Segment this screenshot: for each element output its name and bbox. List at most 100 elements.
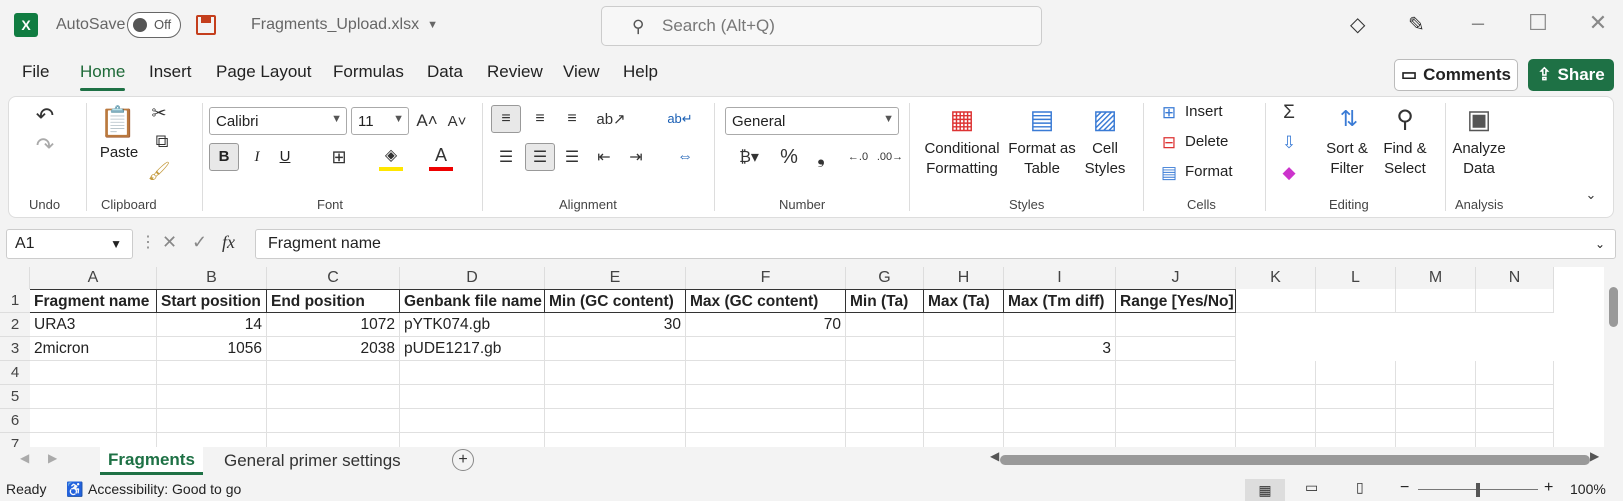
cut-icon[interactable]: ✂ <box>147 101 171 125</box>
format-cells-icon[interactable]: ▤ <box>1157 161 1181 185</box>
file-name[interactable]: Fragments_Upload.xlsx ▼ <box>251 16 438 34</box>
empty-cell[interactable] <box>1316 409 1396 433</box>
empty-cell[interactable] <box>545 409 686 433</box>
data-cell[interactable] <box>846 337 924 361</box>
empty-cell[interactable] <box>1116 385 1236 409</box>
orientation-icon[interactable]: ab↗ <box>591 105 631 133</box>
insert-function-icon[interactable]: fx <box>222 232 235 253</box>
paste-label[interactable]: Paste <box>97 143 141 163</box>
find-label-1[interactable]: Find & <box>1377 139 1433 159</box>
share-button[interactable]: ⇪ Share <box>1528 59 1614 91</box>
prev-sheet-icon[interactable]: ◀ <box>20 451 29 465</box>
insert-cells-label[interactable]: Insert <box>1185 102 1223 122</box>
increase-indent-icon[interactable]: ⇥ <box>621 143 651 171</box>
cancel-entry-icon[interactable]: ✕ <box>162 232 177 253</box>
empty-cell[interactable] <box>400 361 545 385</box>
decrease-font-icon[interactable]: A˅ <box>445 107 469 135</box>
header-cell[interactable]: Start position <box>157 289 267 313</box>
redo-icon[interactable]: ↷ <box>25 131 65 161</box>
column-header[interactable]: K <box>1236 267 1316 289</box>
font-name-dropdown[interactable]: Calibri ▼ <box>209 107 347 135</box>
empty-cell[interactable] <box>157 385 267 409</box>
empty-cell[interactable] <box>545 385 686 409</box>
column-header[interactable]: M <box>1396 267 1476 289</box>
name-box[interactable]: A1 ▼ <box>6 229 133 259</box>
empty-cell[interactable] <box>1476 433 1554 447</box>
paste-icon[interactable]: 📋 <box>97 101 139 143</box>
zoom-slider-thumb[interactable] <box>1476 483 1480 497</box>
empty-cell[interactable] <box>545 361 686 385</box>
data-cell[interactable] <box>545 337 686 361</box>
empty-cell[interactable] <box>1396 433 1476 447</box>
cell-styles-label-1[interactable]: Cell <box>1079 139 1131 159</box>
column-header[interactable]: L <box>1316 267 1396 289</box>
underline-button[interactable]: U <box>273 147 297 167</box>
format-cells-label[interactable]: Format <box>1185 162 1233 182</box>
conditional-formatting-icon[interactable]: ▦ <box>944 103 980 135</box>
column-header[interactable]: J <box>1116 267 1236 289</box>
column-header[interactable]: E <box>545 267 686 289</box>
align-center-icon[interactable]: ☰ <box>525 143 555 171</box>
empty-cell[interactable] <box>267 385 400 409</box>
empty-cell[interactable] <box>686 409 846 433</box>
analyze-data-icon[interactable]: ▣ <box>1459 101 1499 137</box>
data-cell[interactable] <box>1116 313 1236 337</box>
sort-label-1[interactable]: Sort & <box>1321 139 1373 159</box>
align-top-icon[interactable]: ≡ <box>491 105 521 133</box>
row-header[interactable]: 5 <box>0 385 30 409</box>
align-middle-icon[interactable]: ≡ <box>525 105 555 133</box>
zoom-level[interactable]: 100% <box>1570 481 1606 497</box>
empty-cell[interactable] <box>1236 385 1316 409</box>
empty-cell[interactable] <box>267 361 400 385</box>
empty-cell[interactable] <box>1476 409 1554 433</box>
column-header[interactable]: G <box>846 267 924 289</box>
minimize-icon[interactable]: – <box>1463 10 1493 36</box>
column-header[interactable]: I <box>1004 267 1116 289</box>
merge-center-icon[interactable]: ⇔ <box>665 143 705 171</box>
empty-cell[interactable] <box>1116 433 1236 447</box>
font-color-icon[interactable]: A <box>429 143 453 171</box>
empty-cell[interactable] <box>1316 361 1396 385</box>
align-bottom-icon[interactable]: ≡ <box>557 105 587 133</box>
insert-cells-icon[interactable]: ⊞ <box>1157 101 1181 125</box>
empty-cell[interactable] <box>1316 289 1396 313</box>
empty-cell[interactable] <box>157 409 267 433</box>
vertical-scroll-thumb[interactable] <box>1609 287 1618 327</box>
data-cell[interactable]: 2micron <box>30 337 157 361</box>
designer-pen-icon[interactable]: ✎ <box>1408 12 1425 37</box>
column-header[interactable]: B <box>157 267 267 289</box>
currency-icon[interactable]: ₿▾ <box>729 143 769 171</box>
column-header[interactable]: N <box>1476 267 1554 289</box>
empty-cell[interactable] <box>846 409 924 433</box>
data-cell[interactable] <box>686 337 846 361</box>
vertical-scrollbar[interactable] <box>1604 267 1623 447</box>
search-box[interactable]: ⚲ Search (Alt+Q) <box>601 6 1042 46</box>
header-cell[interactable]: Genbank file name <box>400 289 545 313</box>
empty-cell[interactable] <box>400 409 545 433</box>
header-cell[interactable]: Max (Ta) <box>924 289 1004 313</box>
analyze-label-2[interactable]: Data <box>1449 159 1509 179</box>
autosum-icon[interactable]: Σ <box>1277 101 1301 125</box>
delete-cells-icon[interactable]: ⊟ <box>1157 131 1181 155</box>
empty-cell[interactable] <box>1004 385 1116 409</box>
empty-cell[interactable] <box>1396 409 1476 433</box>
tab-formulas[interactable]: Formulas <box>333 62 404 82</box>
empty-cell[interactable] <box>924 385 1004 409</box>
tab-help[interactable]: Help <box>623 62 658 82</box>
empty-cell[interactable] <box>1004 409 1116 433</box>
empty-cell[interactable] <box>686 385 846 409</box>
column-header[interactable]: H <box>924 267 1004 289</box>
undo-icon[interactable]: ↶ <box>25 101 65 131</box>
sort-label-2[interactable]: Filter <box>1321 159 1373 179</box>
add-sheet-icon[interactable]: + <box>452 449 474 471</box>
select-all-corner[interactable] <box>0 267 30 289</box>
wrap-text-icon[interactable]: ab↵ <box>665 105 695 133</box>
tab-view[interactable]: View <box>563 62 600 82</box>
empty-cell[interactable] <box>30 385 157 409</box>
data-cell[interactable]: 1056 <box>157 337 267 361</box>
format-painter-icon[interactable]: 🖌 <box>147 159 171 183</box>
comments-button[interactable]: ▭ Comments <box>1394 59 1518 91</box>
next-sheet-icon[interactable]: ▶ <box>48 451 57 465</box>
format-as-table-icon[interactable]: ▤ <box>1024 103 1060 135</box>
header-cell[interactable]: Min (Ta) <box>846 289 924 313</box>
